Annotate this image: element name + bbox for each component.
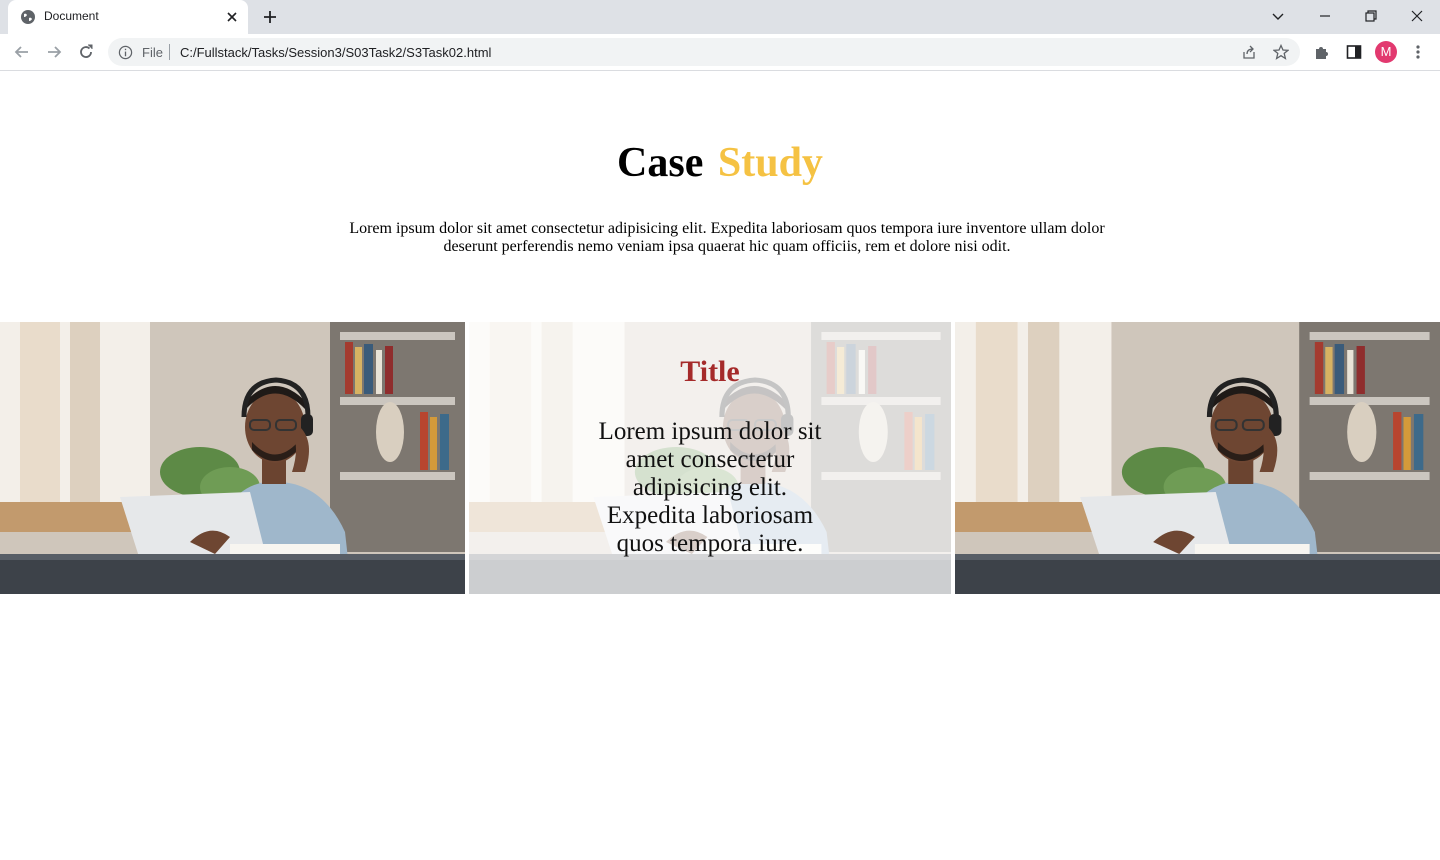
man-with-headphones-photo — [955, 322, 1440, 594]
scheme-label: File — [142, 45, 163, 60]
tab-title: Document — [44, 9, 99, 23]
browser-tab-strip: Document — [0, 0, 1440, 34]
address-bar[interactable]: File C:/Fullstack/Tasks/Session3/S03Task… — [108, 38, 1300, 66]
man-with-headphones-photo — [0, 322, 465, 594]
profile-avatar[interactable]: M — [1375, 41, 1397, 63]
extensions-puzzle-icon[interactable] — [1313, 43, 1331, 61]
new-tab-icon[interactable] — [261, 8, 279, 26]
case-card-2[interactable]: Title Lorem ipsum dolor sit amet consect… — [469, 322, 951, 594]
case-card-3 — [955, 322, 1440, 594]
page-content: Case Study Lorem ipsum dolor sit amet co… — [0, 71, 1440, 860]
browser-toolbar: File C:/Fullstack/Tasks/Session3/S03Task… — [0, 34, 1440, 71]
share-icon[interactable] — [1241, 44, 1257, 60]
omnibox-divider — [169, 44, 170, 60]
close-tab-icon[interactable] — [224, 9, 240, 25]
reload-icon[interactable] — [76, 42, 96, 62]
intro-paragraph: Lorem ipsum dolor sit amet consectetur a… — [349, 220, 1105, 255]
info-icon[interactable] — [118, 45, 133, 60]
card-title: Title — [680, 355, 740, 388]
more-menu-icon[interactable] — [1409, 43, 1427, 61]
card-text: Lorem ipsum dolor sit amet consectetur a… — [598, 418, 822, 557]
back-arrow-icon[interactable] — [12, 42, 32, 62]
forward-arrow-icon[interactable] — [44, 42, 64, 62]
title-word-case: Case — [617, 140, 704, 186]
tab-search-chevron-down-icon[interactable] — [1268, 6, 1288, 26]
page-title: Case Study — [0, 139, 1440, 187]
restore-icon[interactable] — [1361, 6, 1381, 26]
case-card-1 — [0, 322, 465, 594]
bookmark-star-icon[interactable] — [1273, 44, 1289, 60]
globe-icon — [21, 10, 35, 24]
title-word-study: Study — [717, 140, 823, 186]
minimize-icon[interactable] — [1315, 6, 1335, 26]
url-text[interactable]: C:/Fullstack/Tasks/Session3/S03Task2/S3T… — [180, 45, 491, 60]
close-window-icon[interactable] — [1407, 6, 1427, 26]
side-panel-icon[interactable] — [1345, 43, 1363, 61]
browser-tab[interactable]: Document — [8, 0, 248, 34]
